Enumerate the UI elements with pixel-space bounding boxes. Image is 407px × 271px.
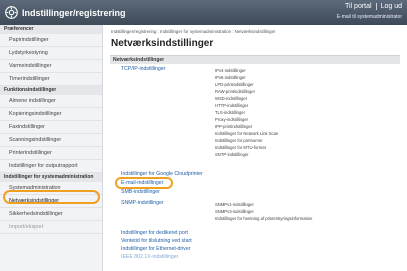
- sidebar-heading-admin: Indstillinger for systemadministration: [0, 173, 102, 182]
- sidebar-heading-functions: Funktionsindstillinger: [0, 86, 102, 95]
- highlight-ring-network: [3, 190, 100, 204]
- tcpip-item: TLS-indstillinger: [215, 110, 246, 115]
- tcpip-item: IPP-printindstillinger: [215, 124, 253, 129]
- page-title: Netværksindstillinger: [111, 38, 214, 49]
- ethernet-driver-link[interactable]: Indstillinger for Ethernet-driver: [121, 246, 190, 252]
- admin-email-link[interactable]: E-mail til systemadministrator: [337, 14, 402, 20]
- breadcrumb: Indstillinger/registrering : Indstilling…: [111, 29, 276, 34]
- sidebar-item-output-report[interactable]: Indstillinger for outputrapport: [0, 160, 102, 173]
- sidebar-heading-preferences: Præferencer: [0, 25, 102, 34]
- sidebar-item-general[interactable]: Almene indstillinger: [0, 95, 102, 108]
- sidebar-item-fax[interactable]: Faxindstillinger: [0, 121, 102, 134]
- app-title: Indstillinger/registrering: [22, 8, 126, 18]
- sidebar-item-volume[interactable]: Lydstyrkestyring: [0, 47, 102, 60]
- header-bar: Indstillinger/registrering Til portal Log…: [0, 0, 407, 25]
- tcpip-item: IPv6-indstillinger: [215, 75, 246, 80]
- sidebar-item-paper[interactable]: Papirindstillinger: [0, 34, 102, 47]
- tcpip-item: Indstillinger for portnumre: [215, 138, 263, 143]
- sidebar-item-scan[interactable]: Scanningsindstillinger: [0, 134, 102, 147]
- tcpip-item: SNTP-indstillinger: [215, 152, 249, 157]
- startup-wait-link[interactable]: Ventetid for tilslutning ved start: [121, 238, 192, 244]
- sidebar-item-copy[interactable]: Kopieringsindstillinger: [0, 108, 102, 121]
- sidebar-item-heat[interactable]: Varmeindstillinger: [0, 60, 102, 73]
- tcpip-item: Indstillinger for MTU-format: [215, 145, 266, 150]
- sidebar-item-security[interactable]: Sikkerhedsindstillinger: [0, 208, 102, 221]
- sidebar-item-import-export[interactable]: Import/eksport: [0, 221, 102, 234]
- top-links: Til portal Log ud: [341, 3, 402, 10]
- sidebar-item-timer[interactable]: Timerindstillinger: [0, 73, 102, 86]
- sidebar-item-printer[interactable]: Printerindstillinger: [0, 147, 102, 160]
- sidebar: Præferencer Papirindstillinger Lydstyrke…: [0, 25, 103, 271]
- dedicated-port-link[interactable]: Indstillinger for dedikeret port: [121, 230, 188, 236]
- tcpip-item: IPv4-indstillinger: [215, 68, 246, 73]
- section-title: Netværksindstillinger: [113, 57, 165, 63]
- main-content: Indstillinger/registrering : Indstilling…: [103, 25, 407, 271]
- highlight-ring-email: [115, 177, 173, 189]
- tcpip-item: WSD-indstillinger: [215, 96, 248, 101]
- tcpip-item: Proxy-indstillinger: [215, 117, 249, 122]
- tcpip-settings-link[interactable]: TCP/IP-indstillinger: [121, 66, 165, 72]
- settings-gear-icon: [5, 6, 18, 19]
- portal-link[interactable]: Til portal: [345, 3, 372, 10]
- tcpip-item: LPD-printindstillinger: [215, 82, 254, 87]
- link-divider: [375, 3, 377, 10]
- snmp-item: SNMPv3-indstillinger: [215, 209, 254, 214]
- logout-link[interactable]: Log ud: [381, 3, 402, 10]
- ieee-8021x-link[interactable]: IEEE 802.1X-indstillinger: [121, 254, 178, 260]
- tcpip-item: RAW-printindstillinger: [215, 89, 256, 94]
- snmp-item: Indstillinger for hentning af printersty…: [215, 216, 313, 221]
- tcpip-item: HTTP-indstillinger: [215, 103, 249, 108]
- section-header: Netværksindstillinger: [110, 55, 400, 64]
- smb-settings-link[interactable]: SMB-indstillinger: [121, 189, 160, 195]
- tcpip-item: Indstillinger for Network Link Scan: [215, 131, 279, 136]
- snmp-item: SNMPv1-indstillinger: [215, 202, 254, 207]
- snmp-settings-link[interactable]: SNMP-indstillinger: [121, 200, 164, 206]
